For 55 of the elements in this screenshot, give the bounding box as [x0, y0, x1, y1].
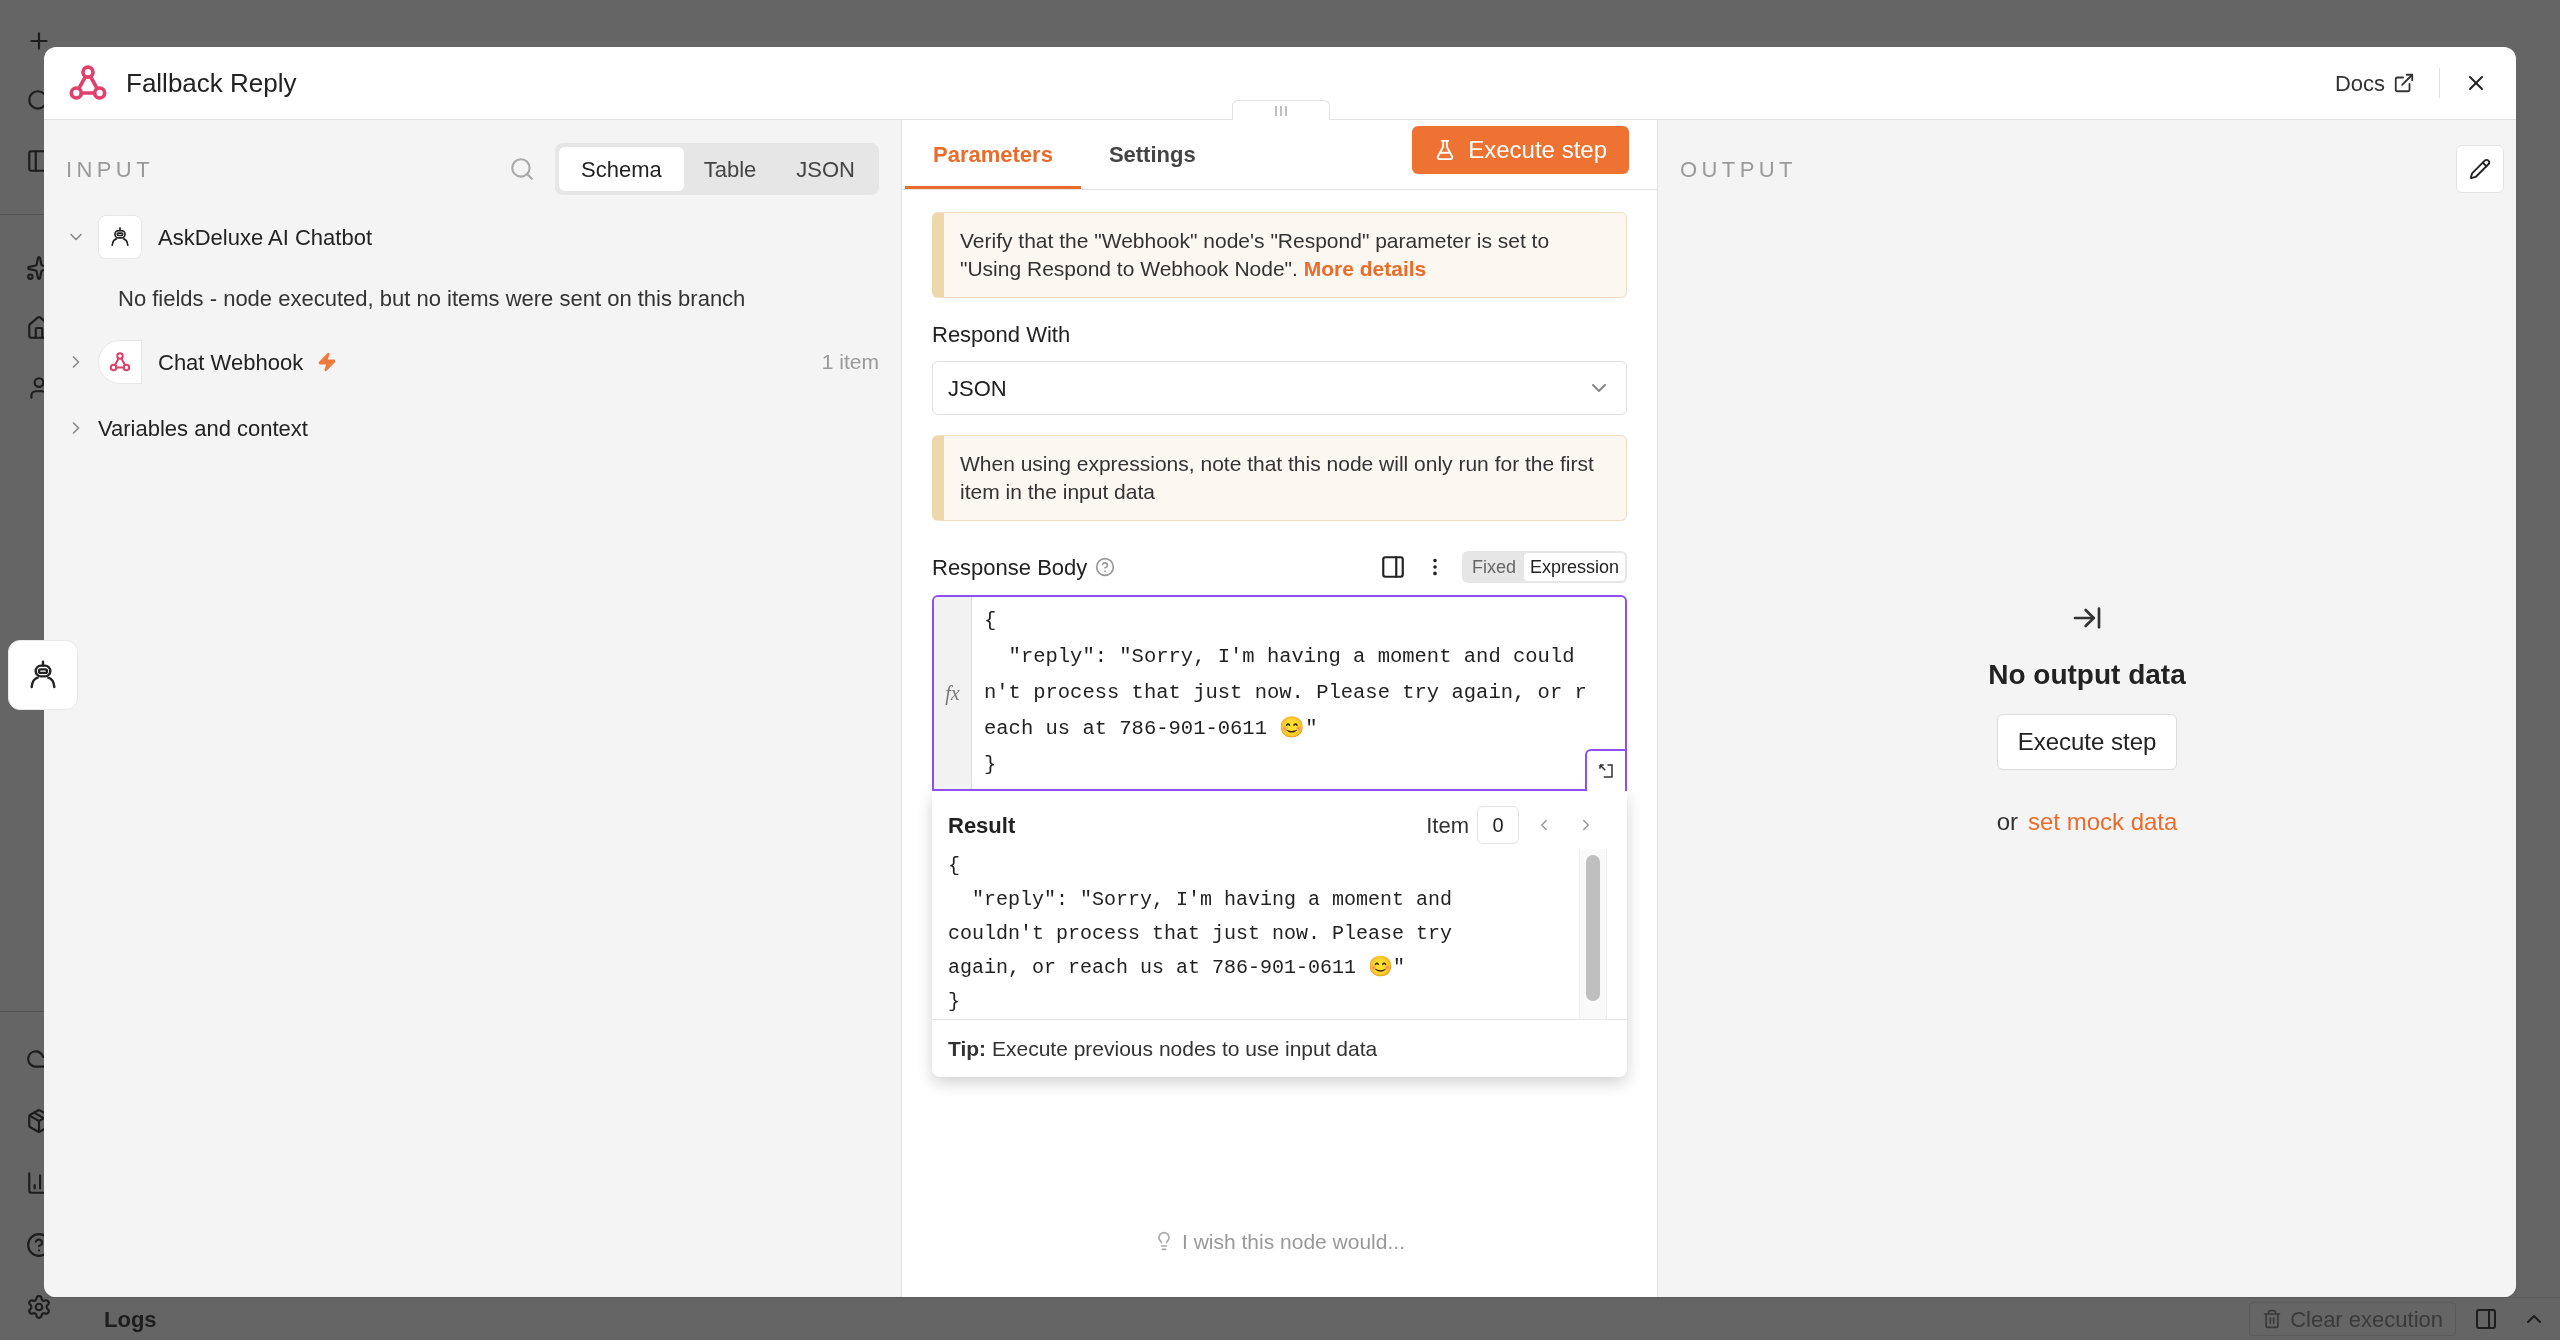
field-label: Response Body: [932, 553, 1088, 582]
tip-text: Tip: Execute previous nodes to use input data: [948, 1035, 1378, 1062]
docs-link[interactable]: Docs: [2334, 66, 2415, 100]
mode-option[interactable]: Fixed: [1463, 553, 1524, 581]
panel-toggle-icon[interactable]: [1379, 554, 1406, 580]
robot-icon: [109, 226, 131, 248]
trash-icon: [2262, 1309, 2283, 1329]
result-line: again, or reach us at 786-901-0611 😊": [948, 955, 1407, 981]
view-tab[interactable]: Schema: [559, 147, 684, 191]
execute-step-button[interactable]: Execute step: [1996, 714, 2178, 770]
result-line: {: [948, 853, 961, 879]
respond-with-select[interactable]: JSON: [932, 361, 1627, 415]
expression-editor[interactable]: fx { "reply": "Sorry, I'm having a moment and could n't process that just now. Please try again, or r each us at 786-901-0611 😊" }: [932, 595, 1627, 791]
fx-label: fx: [945, 681, 960, 707]
item-count: 1 item: [821, 349, 879, 376]
mode-option[interactable]: Expression: [1523, 553, 1625, 581]
node-name[interactable]: AskDeluxe AI Chatbot: [158, 220, 372, 254]
scrollbar[interactable]: [1579, 849, 1607, 1019]
node-name[interactable]: Chat Webhook: [158, 345, 304, 379]
code-line: {: [984, 608, 998, 634]
expand-editor-button[interactable]: [1585, 749, 1627, 791]
variables-label[interactable]: Variables and context: [98, 411, 308, 445]
result-line: "reply": "Sorry, I'm having a moment and: [971, 887, 1454, 913]
expand-icon: [1597, 762, 1615, 780]
empty-message: No fields - node executed, but no items were sent on this branch: [118, 285, 747, 313]
field-label: Respond With: [932, 321, 1072, 349]
item-label: Item: [1426, 811, 1469, 840]
mock-prefix: or: [1996, 807, 2018, 837]
edit-button[interactable]: [2456, 145, 2504, 193]
item-index-field[interactable]: 0: [1477, 806, 1519, 844]
panel-icon[interactable]: [2474, 1307, 2498, 1331]
result-line: couldn't process that just now. Please try: [948, 921, 1454, 947]
empty-title: No output data: [1988, 658, 2186, 692]
panel-heading: OUTPUT: [1680, 155, 1797, 184]
panel-heading: INPUT: [66, 155, 154, 184]
modal-title: Fallback Reply: [126, 66, 297, 100]
external-link-icon: [2393, 72, 2415, 94]
code-line: each us at 786-901-0611 😊": [984, 715, 1319, 742]
code-line: n't process that just now. Please try again, or r: [984, 680, 1587, 706]
result-title: Result: [948, 811, 1016, 840]
chat-button[interactable]: [8, 640, 78, 710]
view-tab[interactable]: JSON: [776, 147, 875, 191]
help-icon[interactable]: [1095, 557, 1116, 577]
code-line: }: [984, 752, 998, 778]
drag-handle[interactable]: [1232, 100, 1330, 120]
logs-label: Logs: [104, 1305, 157, 1334]
view-tab[interactable]: Table: [683, 147, 777, 191]
webhook-logo-icon: [68, 63, 108, 103]
webhook-icon: [109, 351, 131, 373]
panel-tab[interactable]: Settings: [1080, 120, 1224, 189]
pencil-icon: [2469, 158, 2491, 180]
code-line: "reply": "Sorry, I'm having a moment and could: [1007, 644, 1576, 670]
result-line: }: [948, 989, 961, 1015]
notice-text: Verify that the "Webhook" node's "Respond" parameter is set to "Using Respond to Webhook Node". More details: [960, 229, 1550, 280]
notice-text: When using expressions, note that this node will only run for the first item in the input data: [960, 452, 1594, 503]
